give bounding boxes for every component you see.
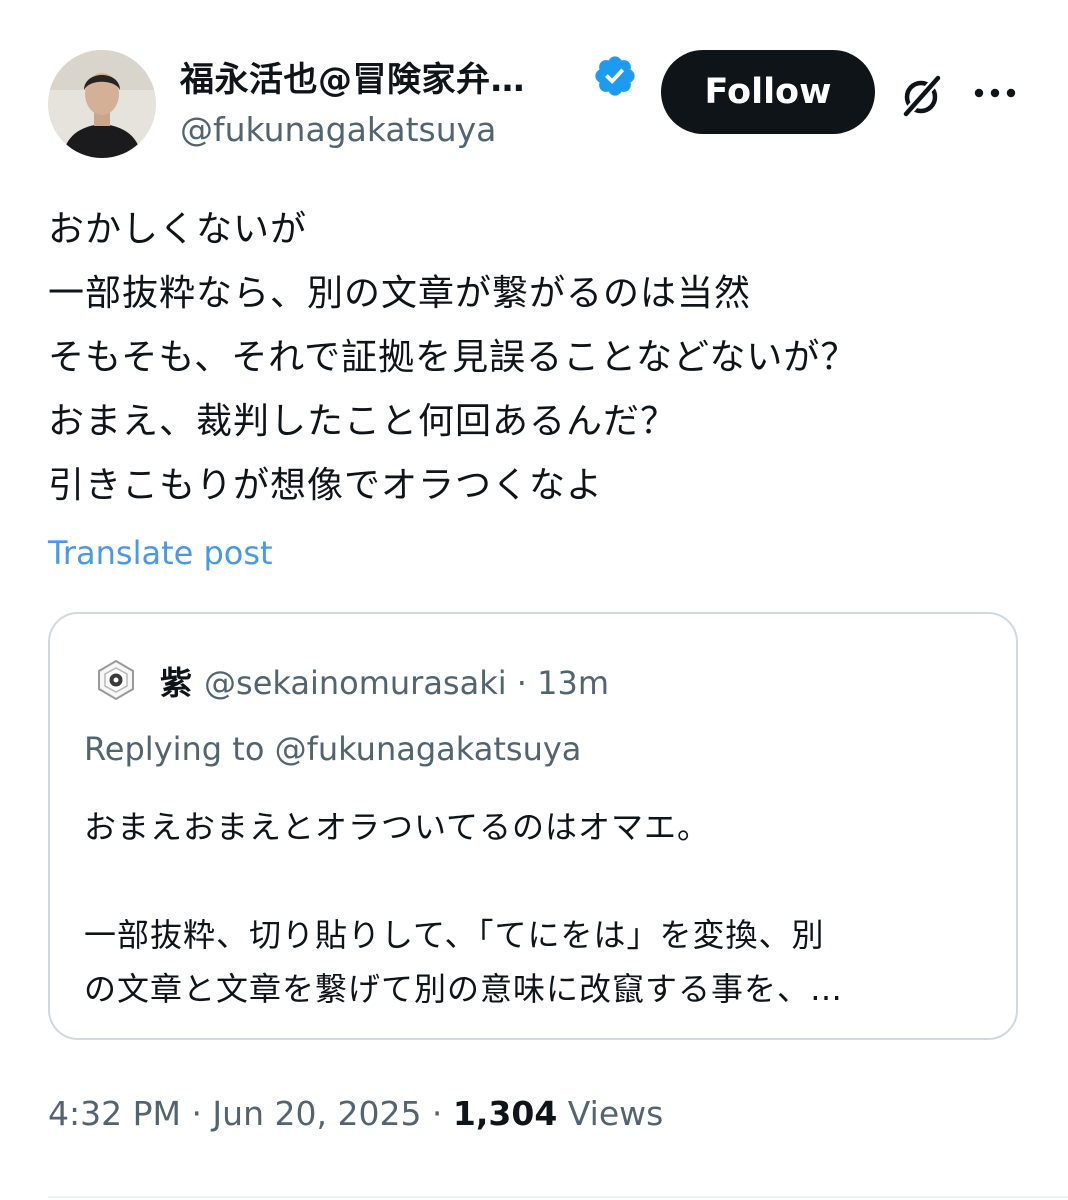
author-handle[interactable]: @fukunagakatsuya [180,110,496,149]
avatar-image [48,50,156,158]
replying-to-text: Replying to @fukunagakatsuya [84,730,582,768]
quoted-tweet-card[interactable]: 紫 @sekainomurasaki · 13m Replying to @fuk… [48,612,1018,1040]
tweet-meta: 4:32 PM · Jun 20, 2025 · 1,304 Views [48,1094,663,1133]
quote-handle-time: @sekainomurasaki · 13m [204,664,610,702]
flower-emblem-icon [98,659,134,701]
quote-text: おまえおまえとオラついてるのはオマエ。 一部抜粋、切り貼りして、「てにをは」を変… [84,800,1004,1016]
tweet-text-line: 引きこもりが想像でオラつくなよ [48,465,604,506]
quote-text-line [84,854,1004,908]
tweet-text-line: おかしくないが [48,209,308,250]
tweet-text-line: 一部抜粋なら、別の文章が繋がるのは当然 [48,273,752,314]
more-options-icon[interactable] [972,82,1018,104]
tweet-text: おかしくないが 一部抜粋なら、別の文章が繋がるのは当然 そもそも、それで証拠を見… [48,198,1028,518]
author-display-name[interactable]: 福永活也@冒険家弁… [180,52,525,101]
author-avatar[interactable] [48,50,156,158]
follow-button[interactable]: Follow [661,50,875,134]
quote-text-line: の文章と文章を繋げて別の意味に改竄する事を、… [84,970,844,1008]
grok-icon[interactable] [897,70,947,120]
quote-text-line: 一部抜粋、切り貼りして、「てにをは」を変換、別 [84,916,825,954]
divider [48,1196,1068,1198]
verified-badge-icon [592,53,638,99]
tweet-timestamp[interactable]: 4:32 PM · Jun 20, 2025 · [48,1094,453,1133]
tweet-text-line: そもそも、それで証拠を見誤ることなどないが？ [48,337,858,378]
views-count: 1,304 [452,1094,558,1133]
translate-post-link[interactable]: Translate post [48,534,273,572]
quote-author-avatar[interactable] [94,658,138,702]
quote-author-name[interactable]: 紫 [160,664,192,702]
quote-text-line: おまえおまえとオラついてるのはオマエ。 [84,808,711,846]
views-label: Views [557,1094,664,1133]
quote-header: 紫 @sekainomurasaki · 13m [160,658,609,704]
tweet-text-line: おまえ、裁判したこと何回あるんだ？ [48,401,678,442]
